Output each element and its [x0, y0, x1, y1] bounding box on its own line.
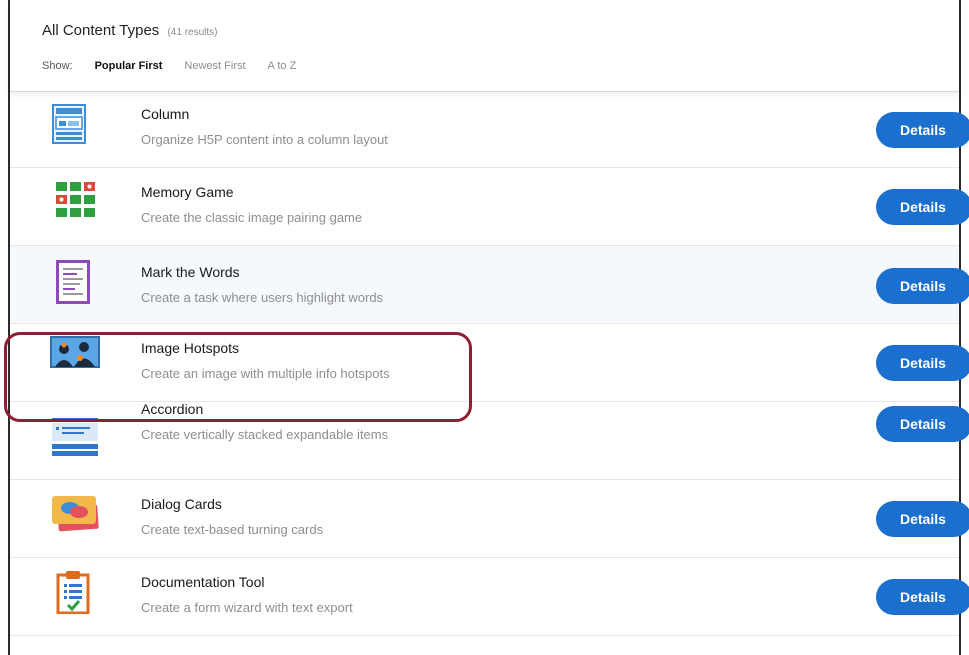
details-button[interactable]: Details [876, 501, 969, 537]
column-icon [52, 104, 90, 144]
list-item[interactable]: Memory Game Create the classic image pai… [10, 168, 969, 246]
details-button[interactable]: Details [876, 579, 969, 615]
item-title: Dialog Cards [141, 496, 222, 512]
list-item[interactable]: Accordion Create vertically stacked expa… [10, 401, 969, 480]
item-title: Mark the Words [141, 264, 240, 280]
details-button[interactable]: Details [876, 406, 969, 442]
item-title: Image Hotspots [141, 340, 240, 356]
details-button[interactable]: Details [876, 189, 969, 225]
item-description: Organize H5P content into a column layou… [141, 132, 388, 147]
item-title: Documentation Tool [141, 574, 265, 590]
item-title: Column [141, 106, 190, 122]
show-label: Show: [42, 60, 73, 72]
content-type-browser: All Content Types (41 results) Show: Pop… [0, 0, 969, 655]
sort-newest-first[interactable]: Newest First [184, 60, 245, 72]
list-item[interactable]: Dialog Cards Create text-based turning c… [10, 480, 969, 558]
page-title: All Content Types (41 results) [42, 22, 217, 39]
list-item[interactable]: Column Organize H5P content into a colum… [10, 92, 969, 168]
image-hotspots-icon [50, 336, 100, 374]
content-type-list: Column Organize H5P content into a colum… [10, 92, 969, 636]
item-description: Create a task where users highlight word… [141, 290, 384, 305]
item-title: Memory Game [141, 184, 234, 200]
item-description: Create an image with multiple info hotsp… [141, 366, 390, 381]
dialog-cards-icon [50, 492, 99, 532]
list-item[interactable]: Documentation Tool Create a form wizard … [10, 558, 969, 636]
item-description: Create the classic image pairing game [141, 210, 363, 225]
mark-the-words-icon [56, 260, 94, 304]
sort-popular-first[interactable]: Popular First [95, 60, 163, 72]
memory-game-icon [56, 182, 95, 220]
details-button[interactable]: Details [876, 345, 969, 381]
item-description: Create vertically stacked expandable ite… [141, 427, 389, 442]
item-title: Accordion [141, 401, 204, 417]
list-header: All Content Types (41 results) Show: Pop… [10, 0, 959, 92]
list-item[interactable]: Image Hotspots Create an image with mult… [10, 324, 969, 402]
details-button[interactable]: Details [876, 268, 969, 304]
result-count: (41 results) [167, 27, 218, 38]
item-description: Create text-based turning cards [141, 522, 324, 537]
documentation-tool-icon [56, 570, 94, 615]
details-button[interactable]: Details [876, 112, 969, 148]
window-border-right [959, 0, 961, 655]
accordion-icon [52, 418, 98, 456]
page-title-text: All Content Types [42, 22, 160, 39]
sort-bar: Show: Popular First Newest First A to Z [42, 60, 318, 72]
item-description: Create a form wizard with text export [141, 600, 353, 615]
list-item[interactable]: Mark the Words Create a task where users… [10, 246, 969, 324]
sort-a-to-z[interactable]: A to Z [268, 60, 297, 72]
